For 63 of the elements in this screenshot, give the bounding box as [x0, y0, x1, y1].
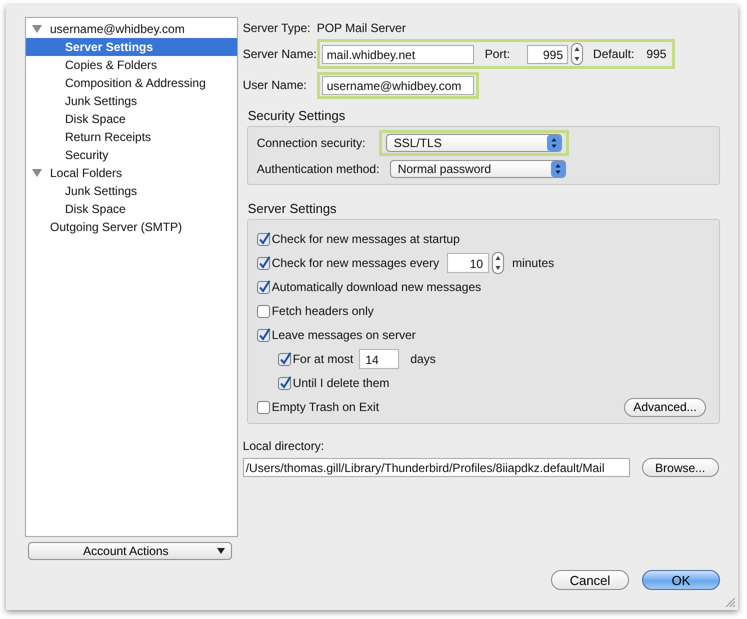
tree-item[interactable]: Server Settings	[26, 38, 237, 56]
stepper-icon[interactable]	[571, 43, 584, 65]
tree-item[interactable]: Copies & Folders	[26, 56, 237, 74]
section-heading: Security Settings	[248, 108, 346, 123]
advanced-button[interactable]: Advanced...	[624, 398, 706, 416]
port-field[interactable]: 995	[527, 44, 568, 64]
dropdown-arrows-icon	[546, 135, 561, 151]
server-name-field[interactable]: mail.whidbey.net	[322, 44, 474, 64]
collapse-triangle-icon[interactable]	[32, 168, 42, 178]
checkbox[interactable]	[256, 256, 271, 270]
checkbox[interactable]	[256, 232, 271, 246]
checkbox[interactable]	[278, 352, 292, 366]
user-name-field[interactable]: username@whidbey.com	[322, 76, 474, 94]
unit-label: days	[410, 352, 436, 366]
input-field[interactable]: 14	[359, 349, 400, 369]
directory-field[interactable]: /Users/thomas.gill/Library/Thunderbird/Profiles/8iiapdkz.default/Mail	[242, 458, 630, 477]
checkbox-label: For at most	[292, 352, 354, 366]
checkbox-label: Leave messages on server	[272, 328, 416, 342]
dropdown[interactable]: SSL/TLS	[386, 134, 562, 152]
tree-item[interactable]: Disk Space	[26, 110, 237, 128]
checkbox[interactable]	[256, 328, 271, 342]
checkbox-label: Until I delete them	[292, 376, 390, 390]
checkbox-label: Empty Trash on Exit	[272, 400, 380, 414]
tree-item[interactable]: Disk Space	[26, 200, 237, 218]
checkbox[interactable]	[256, 400, 271, 414]
tree-item[interactable]: Outgoing Server (SMTP)	[26, 218, 237, 236]
field-label: Port:	[484, 47, 510, 61]
collapse-triangle-icon[interactable]	[32, 24, 42, 34]
checkbox-label: Automatically download new messages	[272, 280, 482, 294]
field-label: Local directory:	[242, 439, 326, 453]
field-label: Server Name:	[242, 47, 317, 61]
field-label: Default:	[593, 47, 634, 61]
checkbox[interactable]	[256, 304, 271, 318]
ok-button[interactable]: OK	[642, 570, 720, 590]
default-port-value: 995	[646, 47, 666, 61]
field-label: Connection security:	[256, 136, 366, 150]
tree-item[interactable]: Composition & Addressing	[26, 74, 237, 92]
checkbox-label: Check for new messages every	[272, 256, 440, 270]
tree-item[interactable]: username@whidbey.com	[26, 20, 237, 38]
tree-item[interactable]: Junk Settings	[26, 92, 237, 110]
unit-label: minutes	[512, 256, 554, 270]
dropdown-arrows-icon	[550, 161, 565, 177]
section-heading: Server Settings	[248, 201, 338, 216]
checkbox-label: Check for new messages at startup	[272, 232, 460, 246]
dropdown[interactable]: Normal password	[390, 160, 566, 178]
tree-item[interactable]: Local Folders	[26, 164, 237, 182]
server-type-value: POP Mail Server	[316, 21, 406, 35]
tree-item[interactable]: Junk Settings	[26, 182, 237, 200]
cancel-button[interactable]: Cancel	[551, 570, 629, 590]
stepper-icon[interactable]	[492, 252, 504, 274]
tree-item[interactable]: Security	[26, 146, 237, 164]
resize-grip-icon[interactable]	[725, 597, 735, 607]
tree-item[interactable]: Return Receipts	[26, 128, 237, 146]
checkbox-label: Fetch headers only	[272, 304, 374, 318]
caret-icon	[216, 548, 225, 554]
checkbox[interactable]	[278, 376, 292, 390]
field-label: User Name:	[242, 78, 308, 92]
field-label: Server Type:	[242, 21, 312, 35]
browse-button[interactable]: Browse...	[642, 458, 719, 477]
checkbox[interactable]	[256, 280, 271, 294]
account-actions-button[interactable]: Account Actions	[28, 542, 232, 560]
field-label: Authentication method:	[256, 162, 380, 176]
input-field[interactable]: 10	[447, 253, 490, 273]
